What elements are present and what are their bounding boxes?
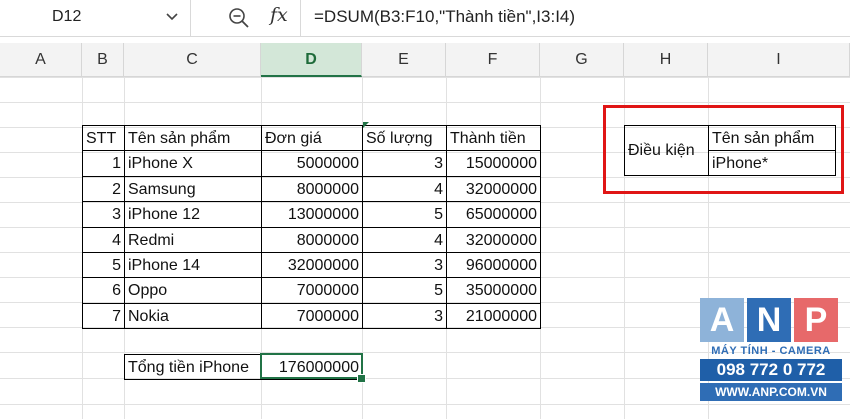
zoom-icon[interactable]: [228, 7, 250, 29]
column-header-h[interactable]: H: [624, 43, 708, 77]
logo-tagline: MÁY TÍNH - CAMERA: [711, 345, 831, 357]
active-cell-border: [260, 353, 363, 379]
logo-letter-p: P: [794, 298, 838, 342]
column-header-a[interactable]: A: [0, 43, 82, 77]
table-cell[interactable]: 3: [362, 252, 447, 279]
table-cell[interactable]: 96000000: [446, 252, 541, 279]
logo-letter-a: A: [700, 298, 744, 342]
logo-phone: 098 772 0 772: [700, 359, 842, 381]
table-cell[interactable]: 15000000: [446, 150, 541, 177]
table-header-cell[interactable]: Số lượng: [362, 125, 447, 152]
table-cell[interactable]: 13000000: [261, 201, 363, 228]
row-gridline: [0, 102, 850, 103]
anp-logo: A N P MÁY TÍNH - CAMERA 098 772 0 772 WW…: [700, 298, 842, 416]
column-header-g[interactable]: G: [540, 43, 624, 77]
column-header-e[interactable]: E: [362, 43, 446, 77]
table-header-cell[interactable]: STT: [82, 125, 125, 152]
table-cell[interactable]: Oppo: [124, 277, 262, 304]
table-cell[interactable]: 4: [362, 226, 447, 253]
table-cell[interactable]: 3: [362, 150, 447, 177]
total-label-text: Tổng tiền iPhone: [128, 359, 249, 376]
table-header-cell[interactable]: Đơn giá: [261, 125, 363, 152]
table-cell[interactable]: iPhone 12: [124, 201, 262, 228]
fill-handle[interactable]: [357, 374, 366, 383]
column-header-i[interactable]: I: [708, 43, 850, 77]
table-cell[interactable]: Nokia: [124, 302, 262, 330]
table-cell[interactable]: 3: [362, 302, 447, 330]
table-cell[interactable]: 8000000: [261, 226, 363, 253]
logo-website: WWW.ANP.COM.VN: [700, 383, 842, 401]
table-cell[interactable]: 4: [82, 226, 125, 253]
column-header-f[interactable]: F: [446, 43, 540, 77]
table-cell[interactable]: Redmi: [124, 226, 262, 253]
table-cell[interactable]: 8000000: [261, 175, 363, 203]
table-cell[interactable]: 21000000: [446, 302, 541, 330]
column-header-b[interactable]: B: [82, 43, 124, 77]
table-cell[interactable]: 7000000: [261, 302, 363, 330]
column-header-c[interactable]: C: [124, 43, 261, 77]
table-cell[interactable]: 5000000: [261, 150, 363, 177]
comment-indicator: [363, 122, 369, 128]
column-header-d[interactable]: D: [261, 43, 362, 77]
row-gridline: [0, 77, 850, 78]
table-cell[interactable]: 5: [82, 252, 125, 279]
total-label[interactable]: Tổng tiền iPhone: [124, 354, 262, 380]
table-cell[interactable]: 5: [362, 277, 447, 304]
formula-tools: fx: [198, 0, 301, 36]
table-header-cell[interactable]: Thành tiền: [446, 125, 541, 152]
name-box[interactable]: D12: [0, 0, 191, 36]
table-cell[interactable]: 5: [362, 201, 447, 228]
table-cell[interactable]: 3: [82, 201, 125, 228]
table-cell[interactable]: Samsung: [124, 175, 262, 203]
formula-bar: D12 fx =DSUM(B3:F10,"Thành tiền",I3:I4): [0, 0, 850, 37]
name-box-value: D12: [52, 8, 82, 25]
insert-function-icon[interactable]: fx: [270, 4, 288, 26]
formula-input[interactable]: =DSUM(B3:F10,"Thành tiền",I3:I4): [314, 7, 575, 27]
table-cell[interactable]: iPhone X: [124, 150, 262, 177]
chevron-down-icon[interactable]: [162, 6, 182, 28]
table-cell[interactable]: 6: [82, 277, 125, 304]
table-cell[interactable]: 32000000: [261, 252, 363, 279]
table-cell[interactable]: 65000000: [446, 201, 541, 228]
table-cell[interactable]: 7000000: [261, 277, 363, 304]
table-cell[interactable]: iPhone 14: [124, 252, 262, 279]
table-cell[interactable]: 35000000: [446, 277, 541, 304]
table-cell[interactable]: 1: [82, 150, 125, 177]
table-cell[interactable]: 4: [362, 175, 447, 203]
table-cell[interactable]: 2: [82, 175, 125, 203]
table-cell[interactable]: 32000000: [446, 226, 541, 253]
highlight-frame: [603, 105, 844, 194]
table-cell[interactable]: 7: [82, 302, 125, 330]
logo-letter-n: N: [747, 298, 791, 342]
table-header-cell[interactable]: Tên sản phẩm: [124, 125, 262, 152]
table-cell[interactable]: 32000000: [446, 175, 541, 203]
